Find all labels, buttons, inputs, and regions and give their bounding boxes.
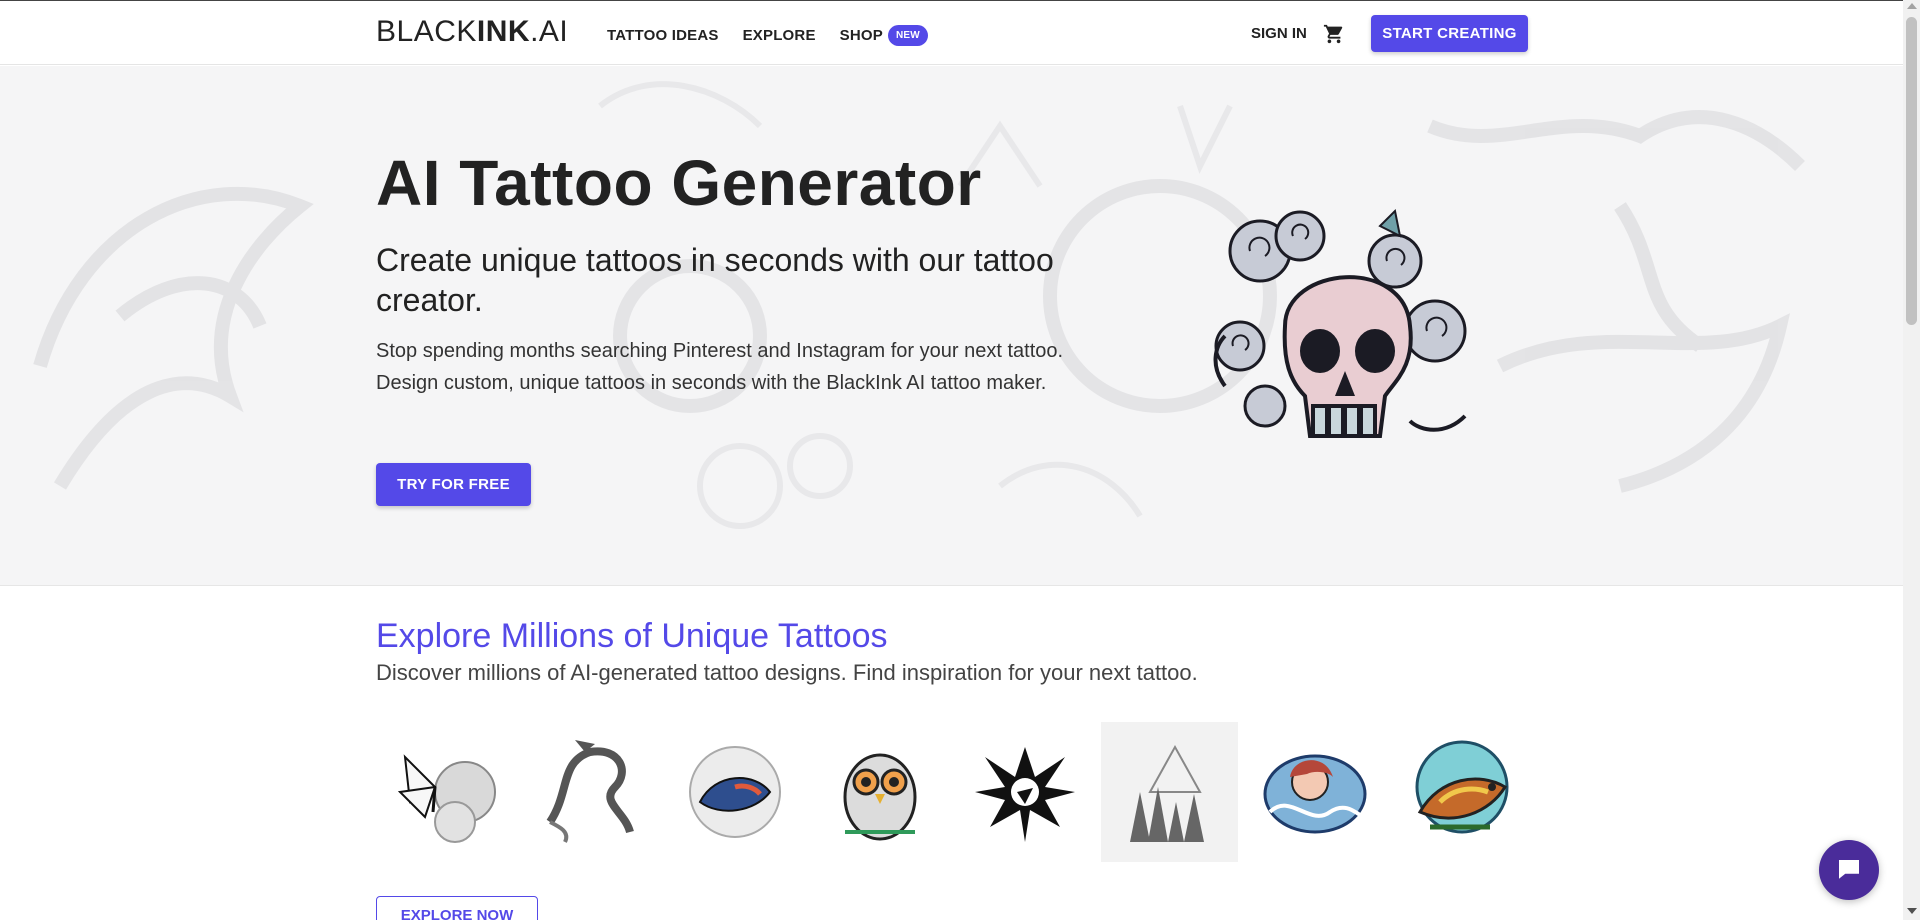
try-for-free-button[interactable]: TRY FOR FREE <box>376 463 531 506</box>
butterfly-roses-tattoo-icon[interactable] <box>376 722 513 862</box>
nav-shop[interactable]: SHOP NEW <box>840 25 928 46</box>
site-header: BLACKINK.AI TATTOO IDEAS EXPLORE SHOP NE… <box>0 1 1903 65</box>
nav-explore[interactable]: EXPLORE <box>743 27 816 44</box>
nav-shop-label: SHOP <box>839 27 883 44</box>
explore-subtitle: Discover millions of AI-generated tattoo… <box>376 660 1198 685</box>
hero-description: Stop spending months searching Pinterest… <box>376 340 1064 394</box>
tattoo-gallery <box>376 722 1528 862</box>
start-creating-button[interactable]: START CREATING <box>1371 15 1528 52</box>
cart-icon[interactable] <box>1323 23 1345 45</box>
skull-roses-tattoo-icon <box>1213 208 1467 438</box>
scroll-down-arrow-icon[interactable] <box>1907 908 1917 914</box>
explore-now-button[interactable]: EXPLORE NOW <box>376 896 538 920</box>
explore-title: Explore Millions of Unique Tattoos <box>376 617 888 655</box>
dragon-tattoo-icon[interactable] <box>521 722 658 862</box>
hero-background-sketch <box>33 81 1805 529</box>
hero-section: AI Tattoo Generator Create unique tattoo… <box>0 66 1903 586</box>
blackink-logo[interactable]: BLACKINK.AI <box>376 15 568 49</box>
scroll-up-arrow-icon[interactable] <box>1907 3 1917 9</box>
koi-fish-tattoo-icon[interactable] <box>666 722 803 862</box>
hero-subtitle: Create unique tattoos in seconds with ou… <box>376 242 1054 318</box>
scrollbar-thumb[interactable] <box>1906 17 1917 325</box>
mermaid-wave-tattoo-icon[interactable] <box>1246 722 1383 862</box>
owl-tattoo-icon[interactable] <box>811 722 948 862</box>
hero-title: AI Tattoo Generator <box>376 147 982 219</box>
tribal-eagle-tattoo-icon[interactable] <box>956 722 1093 862</box>
new-badge: NEW <box>887 25 928 46</box>
nav-tattoo-ideas[interactable]: TATTOO IDEAS <box>607 27 719 44</box>
main-nav: TATTOO IDEAS EXPLORE SHOP NEW <box>607 25 928 46</box>
sign-in-link[interactable]: SIGN IN <box>1251 25 1307 42</box>
mountain-forest-tattoo-icon[interactable] <box>1101 722 1238 862</box>
sparrow-tattoo-icon[interactable] <box>1391 722 1528 862</box>
chat-bubble-icon <box>1839 860 1859 879</box>
chat-widget-button[interactable] <box>1819 840 1879 900</box>
